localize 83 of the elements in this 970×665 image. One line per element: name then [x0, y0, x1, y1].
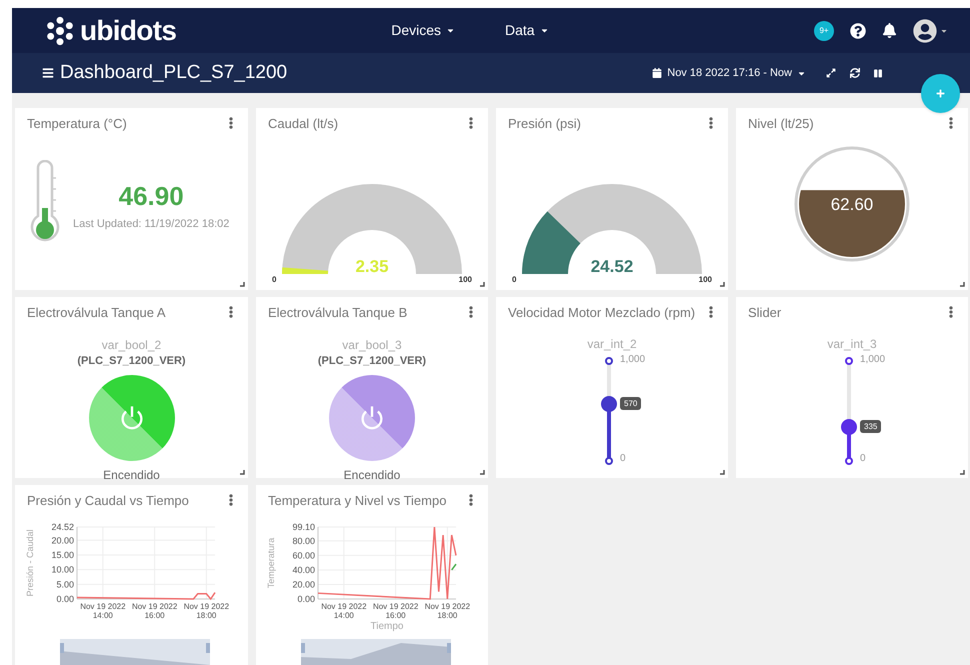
- resize-handle-icon[interactable]: [960, 282, 965, 287]
- y-tick-label: 40.00: [292, 564, 315, 574]
- widget-title: Electroválvula Tanque A: [27, 304, 166, 322]
- y-tick-label: 20.00: [292, 578, 315, 589]
- widget-title: Presión y Caudal vs Tiempo: [27, 492, 189, 510]
- variable-name: var_int_3: [827, 336, 877, 352]
- date-range-picker[interactable]: Nov 18 2022 17:16 - Now: [652, 64, 806, 82]
- slider-max-label: 1,000: [620, 352, 646, 366]
- help-icon[interactable]: [850, 22, 866, 38]
- resize-handle-icon[interactable]: [480, 470, 485, 475]
- x-tick-label: Nov 19 2022 16:00: [132, 602, 178, 620]
- device-name: (PLC_S7_1200_VER): [318, 354, 426, 368]
- slider-max-marker: [605, 356, 613, 364]
- nav-menu[interactable]: Data: [505, 20, 549, 41]
- refresh-icon[interactable]: [850, 68, 860, 78]
- y-tick-label: 10.00: [51, 564, 74, 574]
- slider-max-marker: [845, 356, 853, 364]
- slider-min-marker: [605, 456, 613, 464]
- gauge-min-label: 0: [512, 274, 516, 286]
- bell-icon[interactable]: [882, 23, 897, 38]
- x-axis-title: Tiempo: [370, 620, 404, 632]
- switch-status: Encendido: [103, 466, 160, 484]
- last-updated-text: Last Updated: 11/19/2022 18:02: [73, 216, 230, 232]
- dashboard-title: Dashboard_PLC_S7_1200: [60, 60, 288, 85]
- y-tick-label: 20.00: [51, 534, 74, 545]
- widget-title: Temperatura y Nivel vs Tiempo: [268, 492, 446, 510]
- y-tick-label: 24.52: [51, 522, 74, 532]
- gauge-max-label: 100: [458, 274, 472, 286]
- slider-thumb[interactable]: [601, 396, 617, 412]
- slider-min-label: 0: [860, 452, 866, 466]
- widget-title: Presión (psi): [508, 115, 581, 133]
- calendar-icon: [652, 68, 662, 78]
- x-tick-label: Nov 19 2022 14:00: [80, 602, 126, 620]
- gauge-max-label: 100: [698, 274, 712, 286]
- fullscreen-icon[interactable]: [826, 68, 836, 78]
- widget-title: Caudal (lt/s): [268, 115, 338, 133]
- resize-handle-icon[interactable]: [720, 282, 725, 287]
- logo-dots-icon: [44, 14, 76, 46]
- variable-name: var_bool_3: [342, 336, 402, 352]
- plus-icon: [936, 89, 945, 98]
- x-tick-label: Nov 19 2022 18:00: [424, 602, 470, 620]
- menu-icon[interactable]: [42, 67, 54, 79]
- nav-menu[interactable]: Devices: [391, 20, 455, 41]
- widget-title: Nivel (lt/25): [748, 115, 814, 133]
- x-tick-label: Nov 19 2022 14:00: [321, 602, 367, 620]
- y-tick-label: 5.00: [56, 578, 74, 589]
- resize-handle-icon[interactable]: [960, 470, 965, 475]
- gauge-min-label: 0: [272, 274, 276, 286]
- widget-title: Electroválvula Tanque B: [268, 304, 408, 322]
- widget-title: Temperatura (°C): [27, 115, 127, 133]
- slider-value-tooltip: 335: [860, 420, 882, 433]
- x-tick-label: Nov 19 2022 16:00: [372, 602, 418, 620]
- y-tick-label: 15.00: [51, 549, 74, 560]
- y-tick-label: 80.00: [292, 535, 315, 546]
- y-tick-label: 0.00: [297, 594, 315, 604]
- tank-value: 62.60: [830, 194, 874, 216]
- slider-max-label: 1,000: [860, 352, 886, 366]
- y-tick-label: 0.00: [56, 594, 74, 604]
- resize-handle-icon[interactable]: [480, 282, 485, 287]
- resize-handle-icon[interactable]: [240, 282, 245, 287]
- widget-title: Velocidad Motor Mezclado (rpm): [508, 304, 696, 322]
- gauge-value: 24.52: [590, 256, 634, 278]
- slider-thumb[interactable]: [841, 419, 857, 435]
- y-tick-label: 99.10: [292, 522, 315, 532]
- y-axis-title: Presión - Caudal: [25, 528, 35, 596]
- temperature-value: 46.90: [118, 180, 184, 213]
- switch-status: Encendido: [344, 466, 400, 484]
- slider-min-marker: [845, 456, 853, 464]
- slider-min-label: 0: [620, 452, 626, 466]
- x-tick-label: Nov 19 2022 18:00: [184, 602, 230, 620]
- slider-value-tooltip: 570: [620, 396, 642, 410]
- pause-icon[interactable]: [874, 68, 882, 78]
- widget-title: Slider: [748, 304, 782, 322]
- resize-handle-icon[interactable]: [720, 470, 725, 475]
- logo-wordmark: ubidots: [80, 14, 176, 48]
- device-name: (PLC_S7_1200_VER): [77, 354, 186, 368]
- resize-handle-icon[interactable]: [240, 470, 245, 475]
- variable-name: var_int_2: [587, 336, 637, 352]
- gauge-value: 2.35: [355, 256, 389, 278]
- avatar-icon[interactable]: [913, 18, 937, 42]
- y-tick-label: 60.00: [292, 550, 315, 560]
- variable-name: var_bool_2: [102, 336, 162, 352]
- y-axis-title: Temperatura: [266, 537, 276, 588]
